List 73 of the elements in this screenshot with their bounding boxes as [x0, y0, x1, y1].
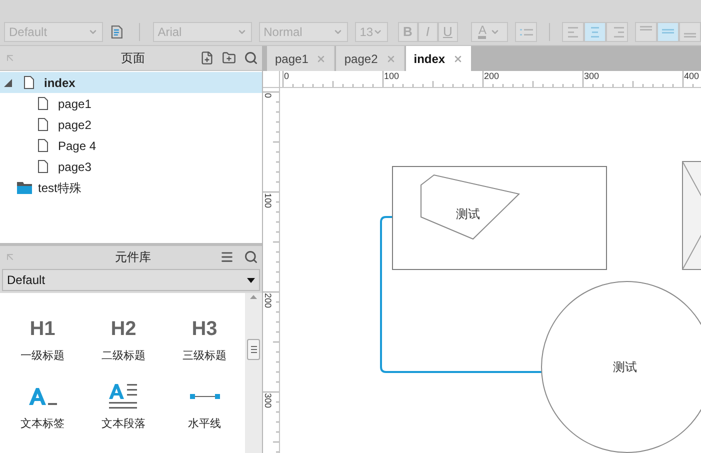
paragraph-icon	[108, 382, 138, 410]
page-tree-item[interactable]: Page 4	[0, 135, 262, 156]
page-tree-item[interactable]: page2	[0, 114, 262, 135]
widget-label: 一级标题	[20, 349, 64, 364]
heading-glyph: H2	[110, 317, 136, 341]
page-icon	[24, 76, 34, 89]
page-label: Page 4	[58, 138, 96, 154]
library-widget[interactable]: 文本段落	[83, 382, 164, 432]
ruler-label: 0	[284, 71, 290, 81]
vertical-align-icon	[684, 32, 696, 38]
ruler-label: 200	[484, 71, 500, 81]
ruler-label: 300	[263, 393, 273, 408]
library-widget[interactable]: H1 一级标题	[2, 315, 83, 364]
library-widget[interactable]: H3 三级标题	[164, 315, 245, 364]
horizontal-line-icon	[190, 394, 220, 400]
scroll-up-arrow-icon[interactable]	[250, 295, 257, 299]
library-select[interactable]: Default	[2, 269, 260, 291]
page-tab[interactable]: page2	[336, 46, 405, 71]
panel-title: 页面	[120, 50, 146, 67]
text-label-icon	[28, 386, 56, 406]
text-align-icon	[588, 26, 602, 38]
pop-out-icon[interactable]	[4, 251, 16, 263]
bullet-list-icon	[520, 28, 533, 36]
ruler-label: 100	[263, 193, 273, 208]
page-tab[interactable]: page1	[267, 46, 336, 71]
widget-label: 二级标题	[102, 349, 146, 364]
page-tree-item[interactable]: page3	[0, 156, 262, 177]
folder-icon	[17, 182, 32, 194]
close-icon[interactable]	[453, 54, 464, 64]
menu-icon[interactable]	[220, 250, 234, 264]
library-widget[interactable]: 文本标签	[2, 382, 83, 432]
page-tree-item[interactable]: page1	[0, 93, 262, 114]
widget-label: 文本段落	[102, 416, 146, 432]
page-tree-item[interactable]: index	[0, 72, 262, 93]
search-icon[interactable]	[244, 51, 258, 65]
library-widget[interactable]: 水平线	[164, 382, 245, 432]
page-tree-item[interactable]: test特殊	[0, 177, 262, 198]
heading-glyph: H3	[192, 317, 218, 341]
library-widget[interactable]: H2 二级标题	[83, 315, 164, 364]
scrollbar[interactable]	[245, 293, 262, 453]
ruler-label: 200	[263, 293, 273, 308]
expand-arrow-icon[interactable]	[4, 78, 12, 86]
vertical-align-icon	[662, 29, 674, 34]
page-icon	[38, 160, 48, 173]
heading-glyph: H1	[30, 317, 56, 341]
shape-text: 测试	[613, 359, 637, 376]
close-icon[interactable]	[316, 54, 326, 64]
page-label: page3	[58, 158, 92, 176]
ruler-label: 100	[384, 71, 400, 81]
page-tab[interactable]: index	[406, 46, 472, 71]
shape-text: 测试	[456, 206, 480, 223]
page-label: test特殊	[38, 180, 82, 196]
page-icon	[38, 139, 48, 152]
ruler-label: 400	[684, 71, 700, 81]
widget-label: 三级标题	[182, 349, 226, 364]
panel-title: 元件库	[114, 249, 152, 266]
page-icon	[38, 118, 48, 131]
add-page-icon[interactable]	[200, 51, 214, 65]
page-label: page2	[58, 116, 92, 134]
ruler-label: 0	[263, 93, 273, 98]
caret-icon	[247, 278, 255, 282]
widget-label: 文本标签	[20, 416, 64, 432]
ruler-label: 300	[584, 71, 600, 81]
pop-out-icon[interactable]	[4, 52, 16, 64]
vertical-align-icon	[640, 26, 652, 30]
add-folder-icon[interactable]	[222, 51, 236, 65]
page-label: page1	[58, 96, 92, 112]
text-align-icon	[566, 26, 580, 38]
page-label: index	[44, 74, 76, 92]
widget-label: 水平线	[188, 416, 221, 432]
search-icon[interactable]	[244, 250, 258, 264]
close-icon[interactable]	[386, 54, 396, 64]
page-icon	[38, 97, 48, 110]
